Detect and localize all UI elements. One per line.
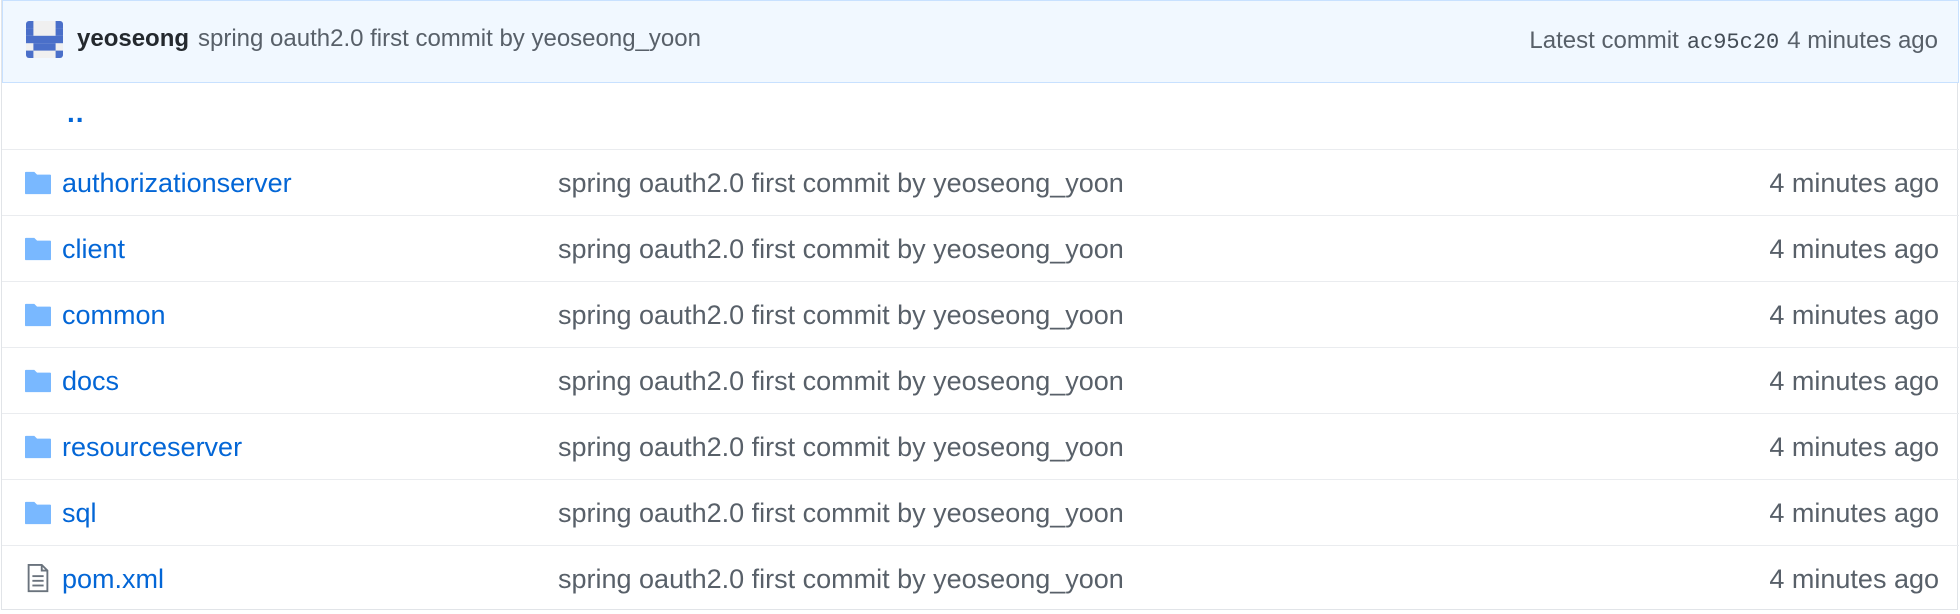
commit-age: 4 minutes ago [1769, 432, 1939, 462]
latest-commit-age: 4 minutes ago [1787, 27, 1938, 54]
latest-commit-label: Latest commit [1529, 27, 1679, 54]
folder-icon [23, 434, 53, 460]
commit-age: 4 minutes ago [1769, 234, 1939, 264]
file-name-link[interactable]: sql [62, 498, 97, 529]
commit-author-link[interactable]: yeoseong [77, 25, 189, 53]
file-name-link[interactable]: common [62, 300, 166, 331]
parent-directory-row[interactable]: .. [2, 83, 1959, 149]
file-name-link[interactable]: pom.xml [62, 564, 164, 595]
identicon-avatar-icon [26, 21, 63, 58]
commit-message-link[interactable]: spring oauth2.0 first commit by yeoseong… [558, 168, 1124, 199]
avatar[interactable] [26, 21, 63, 58]
file-name-link[interactable]: resourceserver [62, 432, 242, 463]
folder-icon [23, 368, 53, 394]
folder-icon [23, 500, 53, 526]
folder-icon [23, 236, 53, 262]
commit-message-link[interactable]: spring oauth2.0 first commit by yeoseong… [558, 432, 1124, 463]
commit-message-link[interactable]: spring oauth2.0 first commit by yeoseong… [558, 366, 1124, 397]
file-name-link[interactable]: client [62, 234, 125, 265]
file-row[interactable]: client spring oauth2.0 first commit by ye… [2, 215, 1959, 281]
commit-age: 4 minutes ago [1769, 498, 1939, 528]
commit-message-link[interactable]: spring oauth2.0 first commit by yeoseong… [558, 300, 1124, 331]
file-row[interactable]: docs spring oauth2.0 first commit by yeos… [2, 347, 1959, 413]
file-list-box: yeoseong spring oauth2.0 first commit by… [1, 0, 1959, 611]
file-name-link[interactable]: docs [62, 366, 119, 397]
file-row[interactable]: authorizationserver spring oauth2.0 first… [2, 149, 1959, 215]
commit-age: 4 minutes ago [1769, 366, 1939, 396]
commit-age: 4 minutes ago [1769, 564, 1939, 594]
commit-message-link[interactable]: spring oauth2.0 first commit by yeoseong… [198, 25, 701, 53]
commit-sha-link[interactable]: ac95c20 [1687, 30, 1779, 55]
file-row[interactable]: pom.xml spring oauth2.0 first commit by y… [2, 545, 1959, 611]
commit-age: 4 minutes ago [1769, 300, 1939, 330]
commit-message-link[interactable]: spring oauth2.0 first commit by yeoseong… [558, 564, 1124, 595]
file-name-link[interactable]: authorizationserver [62, 168, 292, 199]
folder-icon [23, 170, 53, 196]
latest-commit-info: Latest commit ac95c20 4 minutes ago [1529, 27, 1938, 55]
commit-age: 4 minutes ago [1769, 168, 1939, 198]
file-row[interactable]: resourceserver spring oauth2.0 first comm… [2, 413, 1959, 479]
parent-directory-link[interactable]: .. [67, 97, 85, 129]
latest-commit-header: yeoseong spring oauth2.0 first commit by… [2, 0, 1959, 83]
file-icon [23, 563, 53, 593]
commit-message-link[interactable]: spring oauth2.0 first commit by yeoseong… [558, 498, 1124, 529]
commit-message-link[interactable]: spring oauth2.0 first commit by yeoseong… [558, 234, 1124, 265]
file-row[interactable]: sql spring oauth2.0 first commit by yeose… [2, 479, 1959, 545]
file-row[interactable]: common spring oauth2.0 first commit by ye… [2, 281, 1959, 347]
folder-icon [23, 302, 53, 328]
